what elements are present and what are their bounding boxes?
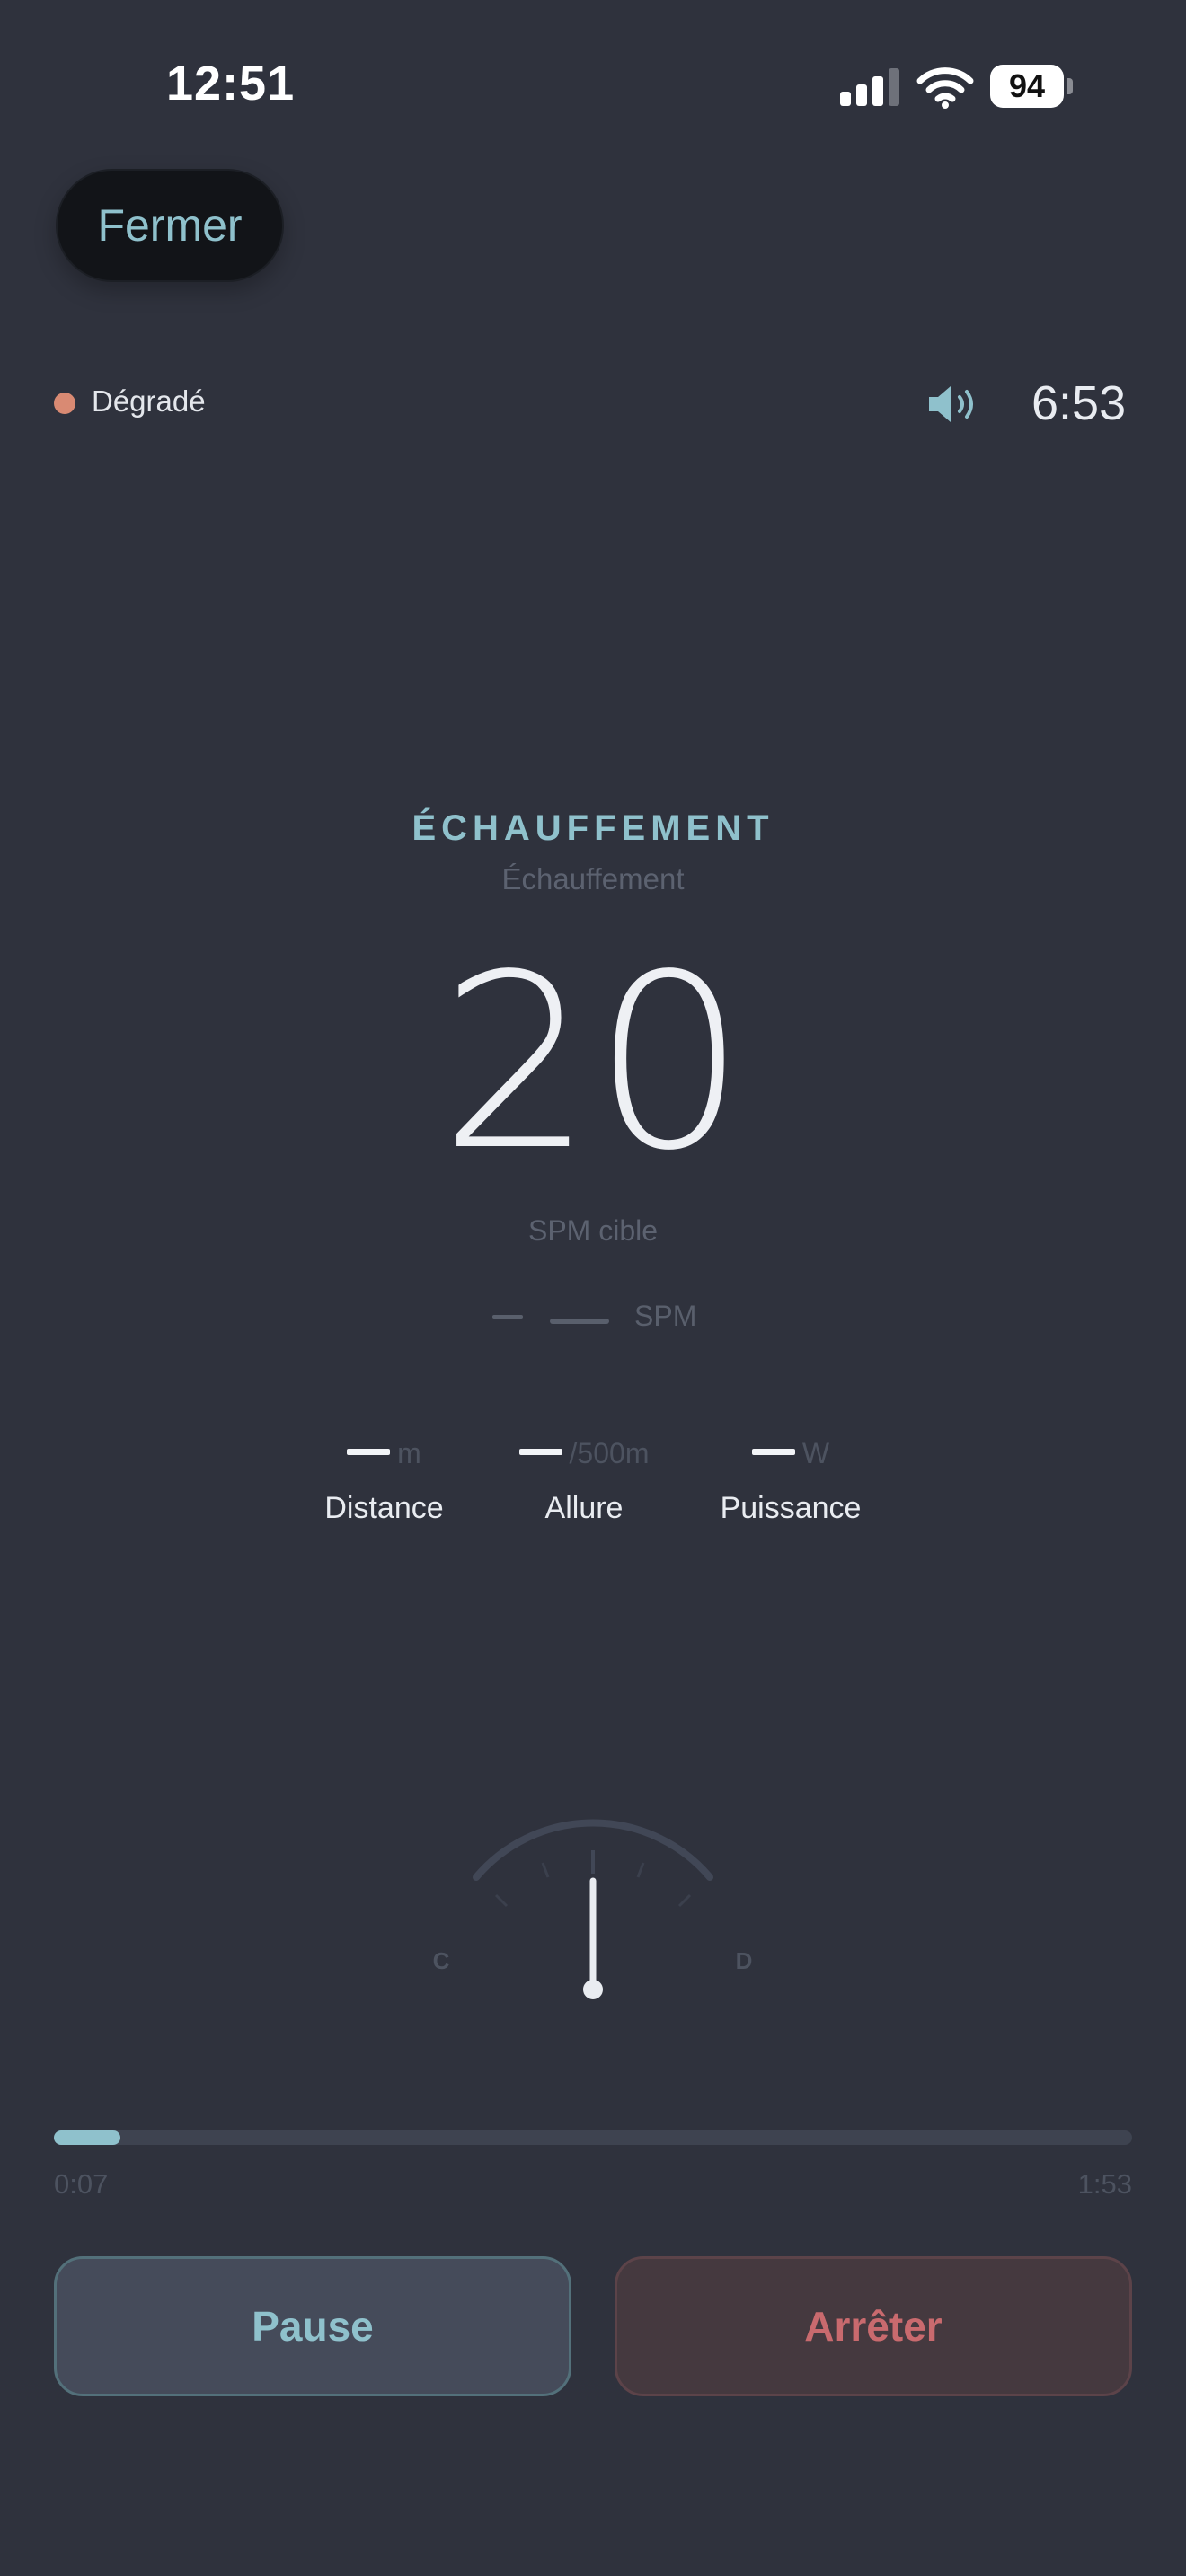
workout-progress-bar [54, 2130, 1132, 2145]
metric-label: Distance [324, 1491, 444, 1525]
metric-unit: /500m [569, 1437, 650, 1469]
target-spm-label: SPM cible [527, 1214, 659, 1247]
stop-button[interactable]: Arrêter [615, 2256, 1132, 2396]
metric-unit: W [801, 1437, 830, 1469]
metric-label: Puissance [720, 1491, 862, 1525]
battery-icon: 94 [990, 65, 1073, 110]
metric-label: Allure [544, 1491, 624, 1525]
gauge-right-label: D [736, 1947, 753, 1974]
remaining-time: 6:53 [1031, 376, 1127, 430]
close-button[interactable]: Fermer [56, 169, 284, 282]
phase-title: ÉCHAUFFEMENT [412, 808, 774, 848]
target-spm-value: 20 [439, 923, 747, 1204]
metric-value-placeholder [518, 1449, 562, 1456]
gauge-pivot [583, 1980, 603, 1999]
current-spm-placeholder-dash [492, 1315, 523, 1319]
battery-level: 94 [1008, 67, 1046, 104]
connection-status-dot [54, 393, 75, 414]
workout-progress-fill [54, 2130, 121, 2145]
phase-subtitle: Échauffement [501, 862, 685, 895]
wifi-icon [916, 65, 974, 110]
pause-button[interactable]: Pause [54, 2256, 571, 2396]
metric-pace: /500m Allure [503, 1437, 665, 1526]
metric-distance: m Distance [319, 1437, 449, 1526]
stroke-gauge: C D [413, 1805, 773, 2012]
speaker-icon[interactable] [925, 383, 981, 426]
gauge-left-label: C [433, 1947, 450, 1974]
connection-status-label: Dégradé [92, 384, 206, 418]
metric-value-placeholder [347, 1449, 391, 1456]
metric-power: W Puissance [714, 1437, 867, 1526]
status-bar-time: 12:51 [166, 57, 296, 110]
cellular-signal-icon [840, 68, 901, 106]
total-time: 1:53 [1077, 2168, 1132, 2200]
current-spm-placeholder-dash [550, 1319, 609, 1324]
metric-value-placeholder [751, 1449, 795, 1456]
metric-unit: m [397, 1437, 421, 1469]
elapsed-time: 0:07 [54, 2168, 109, 2200]
current-spm: SPM [0, 1296, 1186, 1341]
current-spm-unit: SPM [634, 1300, 697, 1332]
